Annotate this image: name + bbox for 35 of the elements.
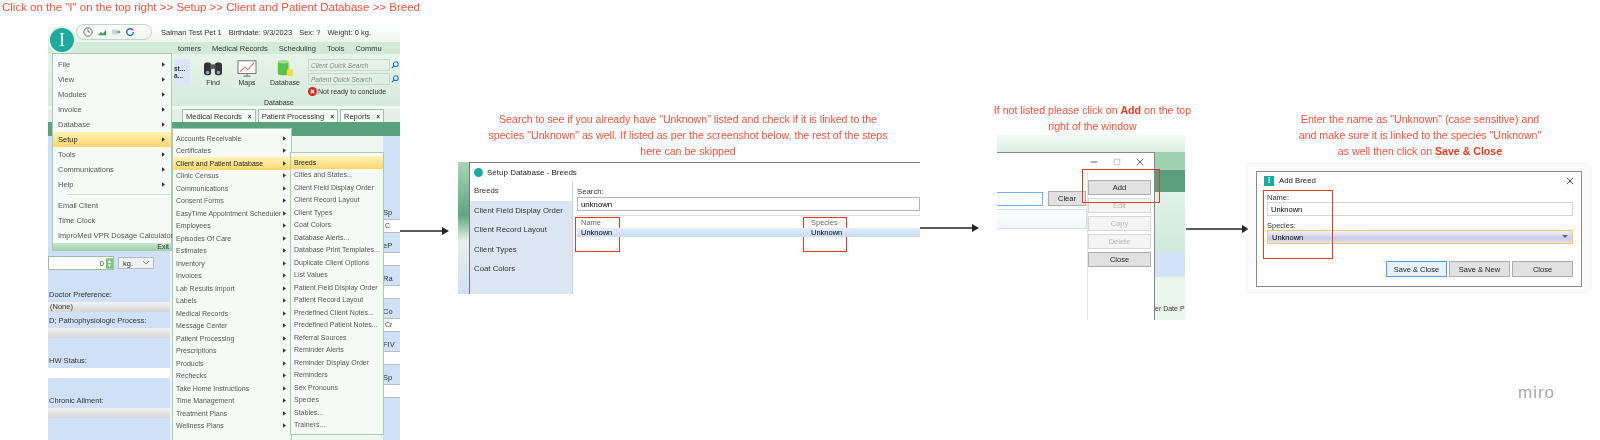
spinner-icon[interactable] <box>106 257 113 269</box>
close-icon[interactable] <box>1566 176 1574 185</box>
maximize-icon[interactable] <box>1113 158 1121 166</box>
submenu-arrow-icon <box>283 135 286 141</box>
app-logo <box>474 167 483 177</box>
hw-status-field[interactable] <box>48 368 170 378</box>
step-caption: Enter the name as "Unknown" (case sensitive) and and make sure it is linked to the species "Unknown" as well then click on Save & Close <box>1297 112 1543 159</box>
arrow <box>400 227 449 235</box>
search-icon[interactable] <box>391 75 399 83</box>
search-field[interactable] <box>997 191 1043 206</box>
close-icon[interactable] <box>1136 158 1144 166</box>
brand-logo: miro <box>1518 383 1556 403</box>
search-icon[interactable] <box>391 61 399 69</box>
clock-icon[interactable] <box>83 27 93 37</box>
highlight-frame <box>803 217 847 252</box>
step-caption: If not listed please click on Add on the top right of the window <box>992 103 1193 134</box>
caret-icon <box>1562 235 1568 239</box>
caret-icon <box>143 261 149 265</box>
instruction-text: Click on the "I" on the top right >> Setup >> Client and Patient Database >> Breed <box>2 1 420 13</box>
refresh-icon[interactable] <box>125 27 135 37</box>
chart-icon[interactable] <box>97 27 107 37</box>
export-icon[interactable] <box>111 27 121 37</box>
arrow <box>1186 225 1249 233</box>
process-field[interactable] <box>48 328 170 338</box>
minimize-icon[interactable] <box>1090 158 1098 166</box>
step-caption: Search to see if you already have "Unknown" listed and check if it is linked to the species "Unknown" as well. If listed as per the screenshot below, the rest of the steps here can be skipped <box>487 112 889 159</box>
app-logo: I <box>1264 175 1274 186</box>
arrow <box>920 224 979 232</box>
highlight-frame <box>575 217 620 252</box>
error-icon <box>308 87 317 96</box>
chart-icon <box>236 59 259 77</box>
submenu-arrow-icon <box>283 423 286 429</box>
chronic-ailment-field[interactable] <box>48 408 170 418</box>
window-title: Setup Database - Breeds <box>487 167 577 177</box>
highlight-frame <box>1263 190 1333 259</box>
